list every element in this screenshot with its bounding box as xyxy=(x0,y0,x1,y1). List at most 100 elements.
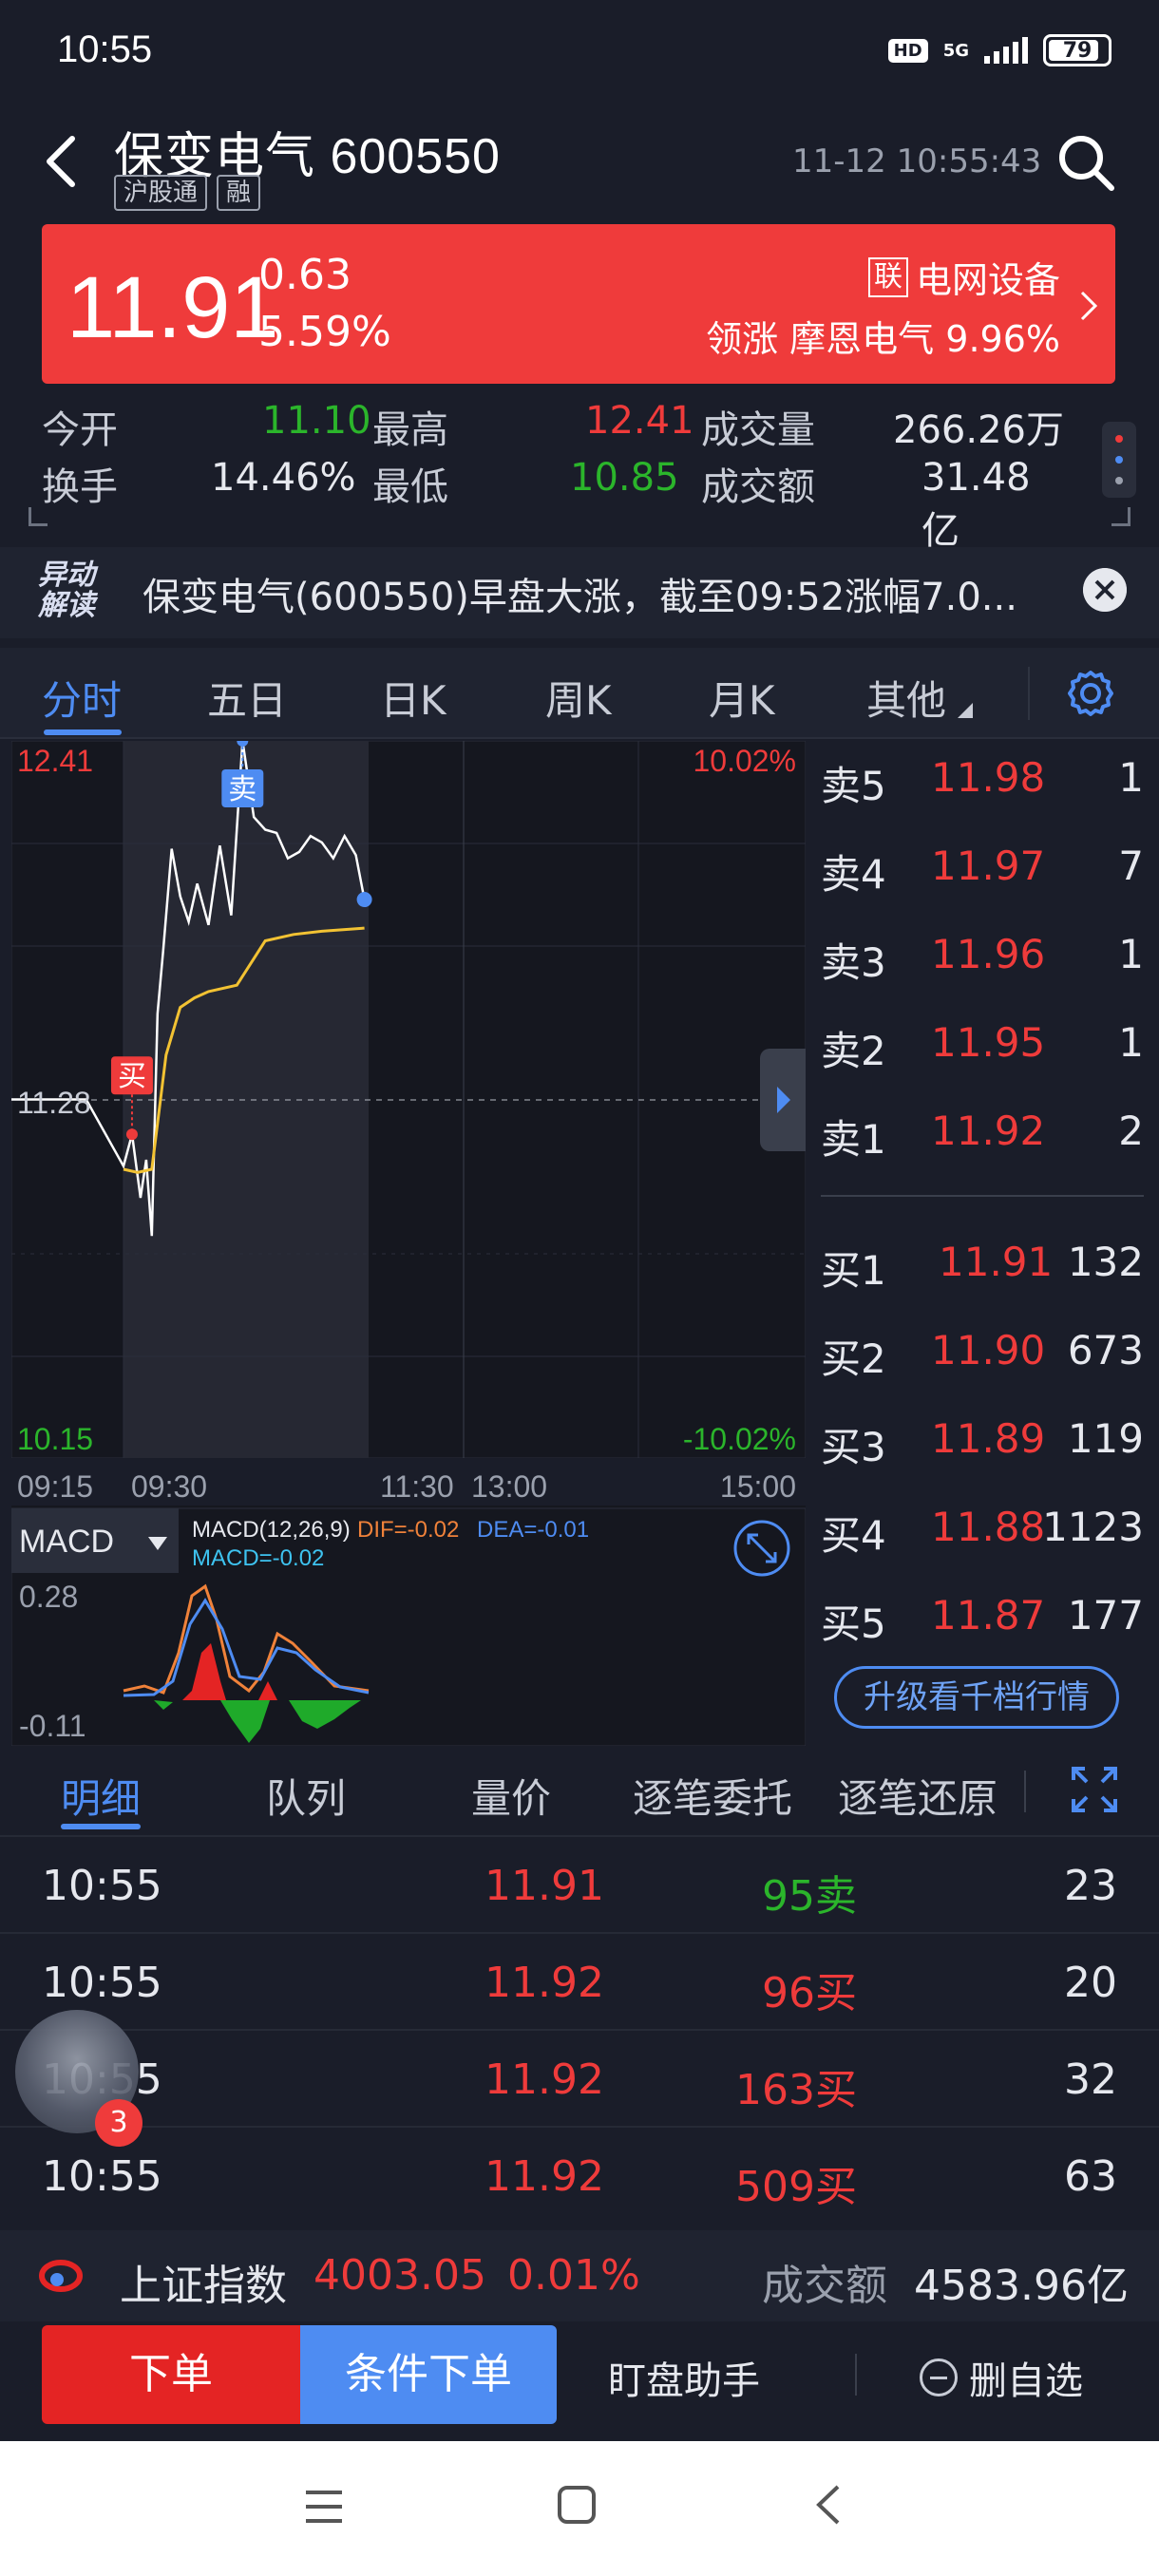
ask-volume: 1 xyxy=(1118,1019,1144,1066)
trade-qty: 163买 xyxy=(735,2066,857,2114)
home-icon[interactable] xyxy=(555,2483,598,2527)
stock-tags: 沪股通 融 xyxy=(114,175,261,211)
order-book: 卖5 11.98 1 卖4 11.97 7 卖3 11.96 1 卖2 11.9… xyxy=(806,741,1159,1746)
bid-label: 买1 xyxy=(821,1247,886,1294)
turnover-value: 14.46% xyxy=(211,456,356,500)
tab-tick-restore[interactable]: 逐笔还原 xyxy=(838,1767,998,1825)
fullscreen-icon[interactable] xyxy=(1070,1765,1119,1814)
avatar-badge: 3 xyxy=(95,2099,142,2147)
tab-weekly-k[interactable]: 周K xyxy=(545,669,612,727)
order-button[interactable]: 下单 xyxy=(42,2325,300,2424)
ask-label: 卖4 xyxy=(821,851,886,898)
minus-circle-icon xyxy=(920,2358,958,2396)
bid-row: 买5 11.87 177 xyxy=(806,1592,1159,1649)
system-nav-bar xyxy=(0,2441,1159,2576)
price-banner[interactable]: 11.91 0.63 5.59% 联 电网设备 领涨 摩恩电气 9.96% xyxy=(42,224,1115,384)
trade-time: 10:55 xyxy=(42,1862,162,1910)
tag-hk-connect: 沪股通 xyxy=(114,175,208,211)
trade-count: 23 xyxy=(1064,1862,1117,1910)
ask-volume: 1 xyxy=(1118,754,1144,801)
tab-detail[interactable]: 明细 xyxy=(61,1767,141,1825)
tab-monthly-k[interactable]: 月K xyxy=(709,669,775,727)
x-tick-label: 09:15 xyxy=(17,1469,93,1504)
stats-row-2: 换手 14.46% 最低 10.85 成交额 31.48亿 xyxy=(42,456,1068,553)
menu-icon[interactable] xyxy=(302,2485,346,2529)
ask-price: 11.98 xyxy=(931,754,1046,801)
ask-price: 11.92 xyxy=(931,1108,1046,1154)
bid-volume: 119 xyxy=(1067,1415,1144,1462)
tab-tick-orders[interactable]: 逐笔委托 xyxy=(633,1767,792,1825)
status-bar: 10:55 HD 5G 79 xyxy=(0,0,1159,104)
orderbook-toggle[interactable] xyxy=(760,1049,806,1151)
remove-watchlist-button[interactable]: 删自选 xyxy=(920,2350,1083,2405)
back-icon[interactable] xyxy=(38,133,86,190)
tab-volume-price[interactable]: 量价 xyxy=(471,1767,551,1825)
bid-volume: 1123 xyxy=(1042,1504,1144,1550)
bid-volume: 132 xyxy=(1067,1239,1144,1285)
low-label: 最低 xyxy=(372,465,448,509)
pct-axis-bottom-label: -10.02% xyxy=(683,1422,796,1456)
battery-level: 79 xyxy=(1062,38,1092,63)
tab-divider xyxy=(1024,1771,1026,1812)
y-axis-bottom-label: 10.15 xyxy=(17,1422,93,1456)
ask-row: 卖5 11.98 1 xyxy=(806,754,1159,811)
sector-link[interactable]: 联 电网设备 xyxy=(867,251,1060,303)
volume-label: 成交量 xyxy=(701,408,815,452)
trade-count: 20 xyxy=(1064,1959,1117,2007)
chart-panel[interactable]: 买 卖 12.41 11.28 10.15 10.02% -10.02% 09:1… xyxy=(10,735,807,1747)
index-pct: 0.01% xyxy=(507,2251,640,2300)
battery-icon: 79 xyxy=(1043,34,1112,66)
sell-marker-label: 卖 xyxy=(228,773,256,806)
news-logo: 异动 解读 xyxy=(38,560,95,621)
amount-label: 成交额 xyxy=(701,465,815,509)
low-value: 10.85 xyxy=(570,456,679,500)
trade-time: 10:55 xyxy=(42,1959,162,2007)
y-axis-mid-label: 11.28 xyxy=(17,1086,91,1120)
status-time: 10:55 xyxy=(57,28,153,70)
tab-underline xyxy=(44,729,122,735)
open-label: 今开 xyxy=(42,408,118,452)
tab-other[interactable]: 其他 xyxy=(866,669,946,727)
chevron-right-icon xyxy=(777,1087,790,1113)
detail-tabs: 明细 队列 量价 逐笔委托 逐笔还原 xyxy=(0,1748,1159,1835)
hd-icon: HD xyxy=(887,38,928,63)
back-nav-icon[interactable] xyxy=(809,2483,847,2527)
index-logo-icon xyxy=(39,2260,83,2292)
conditional-order-button[interactable]: 条件下单 xyxy=(300,2325,557,2424)
x-tick-label: 09:30 xyxy=(131,1469,207,1504)
news-headline[interactable]: 保变电气(600550)早盘大涨，截至09:52涨幅7.0... xyxy=(142,566,1036,621)
index-bar[interactable]: 上证指数 4003.05 0.01% 成交额 4583.96亿 xyxy=(0,2230,1159,2321)
macd-ymin: -0.11 xyxy=(19,1709,86,1743)
ask-label: 卖1 xyxy=(821,1116,886,1163)
lead-stock-name: 摩恩电气 xyxy=(789,318,935,360)
trade-row: 10:55 11.92 96买 20 xyxy=(0,1932,1159,2029)
search-icon[interactable] xyxy=(1054,131,1117,194)
trade-price: 11.92 xyxy=(484,1959,604,2007)
intraday-chart[interactable]: 买 卖 12.41 11.28 10.15 10.02% -10.02% 09:1… xyxy=(10,735,807,1747)
chevron-right-icon[interactable] xyxy=(1077,287,1100,325)
tab-five-day[interactable]: 五日 xyxy=(207,669,287,727)
watch-assistant-button[interactable]: 盯盘助手 xyxy=(608,2350,760,2405)
network-label: 5G xyxy=(942,40,969,61)
gear-icon[interactable] xyxy=(1064,667,1117,720)
news-bar[interactable]: 异动 解读 保变电气(600550)早盘大涨，截至09:52涨幅7.0... xyxy=(0,547,1159,638)
tab-daily-k[interactable]: 日K xyxy=(380,669,446,727)
close-icon[interactable] xyxy=(1083,568,1127,612)
trade-qty: 96买 xyxy=(762,1969,857,2017)
tab-queue[interactable]: 队列 xyxy=(266,1767,346,1825)
bid-price: 11.89 xyxy=(931,1415,1046,1462)
index-amount: 4583.96亿 xyxy=(914,2262,1129,2310)
trade-price: 11.91 xyxy=(484,1862,604,1910)
x-tick-label: 15:00 xyxy=(720,1469,796,1504)
upgrade-depth-button[interactable]: 升级看千档行情 xyxy=(834,1666,1119,1729)
high-label: 最高 xyxy=(372,408,448,452)
quote-stats: 今开 11.10 最高 12.41 成交量 266.26万 换手 14.46% … xyxy=(42,399,1106,553)
tab-intraday[interactable]: 分时 xyxy=(42,669,122,727)
marker-point xyxy=(125,1128,138,1141)
ask-label: 卖5 xyxy=(821,763,886,809)
tag-margin: 融 xyxy=(217,175,261,211)
trade-row: 10:55 11.92 163买 32 xyxy=(0,2029,1159,2126)
macd-dif: DIF=-0.02 xyxy=(357,1517,459,1543)
more-dots-icon[interactable] xyxy=(1102,422,1136,498)
ask-row: 卖2 11.95 1 xyxy=(806,1019,1159,1076)
